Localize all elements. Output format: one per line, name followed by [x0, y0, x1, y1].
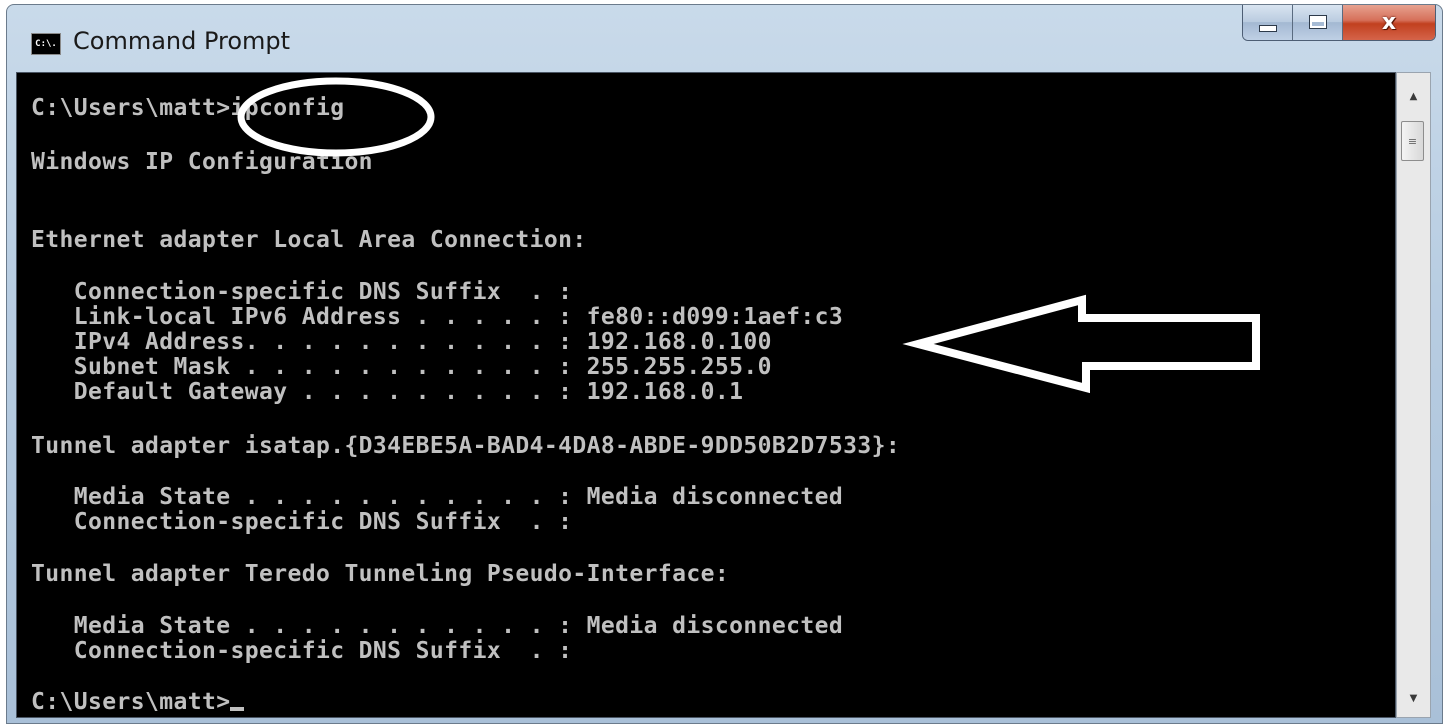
minimize-button[interactable]	[1243, 5, 1293, 40]
scrollbar-grip-icon: ≡	[1407, 134, 1418, 148]
ethernet-dns-suffix-line: Connection-specific DNS Suffix . :	[31, 279, 573, 305]
isatap-dns-suffix-line: Connection-specific DNS Suffix . :	[31, 509, 573, 535]
close-icon: x	[1381, 9, 1397, 35]
scrollbar-thumb[interactable]: ≡	[1401, 121, 1424, 161]
teredo-dns-suffix-line: Connection-specific DNS Suffix . :	[31, 638, 573, 664]
vertical-scrollbar[interactable]: ▲ ≡ ▼	[1396, 72, 1431, 718]
teredo-adapter-header: Tunnel adapter Teredo Tunneling Pseudo-I…	[31, 561, 730, 587]
teredo-media-state-line: Media State . . . . . . . . . . . : Medi…	[31, 613, 844, 639]
window-controls: x	[1242, 5, 1436, 41]
console-output-area[interactable]: C:\Users\matt>ipconfig Windows IP Config…	[16, 72, 1396, 718]
prompt-command-line: C:\Users\matt>ipconfig	[31, 95, 345, 121]
scroll-down-arrow-icon[interactable]: ▼	[1397, 683, 1430, 713]
ethernet-ipv6-line: Link-local IPv6 Address . . . . . : fe80…	[31, 304, 844, 330]
scroll-up-arrow-icon[interactable]: ▲	[1397, 81, 1430, 111]
ethernet-ipv4-line: IPv4 Address. . . . . . . . . . . : 192.…	[31, 329, 772, 355]
text-cursor	[230, 707, 245, 711]
title-bar[interactable]: C:\. Command Prompt x	[7, 5, 1442, 73]
maximize-icon	[1308, 15, 1327, 29]
isatap-media-state-line: Media State . . . . . . . . . . . : Medi…	[31, 484, 844, 510]
maximize-button[interactable]	[1293, 5, 1343, 40]
minimize-icon	[1258, 24, 1277, 32]
final-prompt-text: C:\Users\matt>	[31, 689, 231, 715]
ethernet-subnet-mask-line: Subnet Mask . . . . . . . . . . . : 255.…	[31, 354, 772, 380]
close-button[interactable]: x	[1343, 5, 1435, 40]
command-prompt-icon[interactable]: C:\.	[31, 33, 61, 55]
window-title: Command Prompt	[73, 27, 291, 55]
ip-configuration-header: Windows IP Configuration	[31, 149, 373, 175]
isatap-adapter-header: Tunnel adapter isatap.{D34EBE5A-BAD4-4DA…	[31, 433, 901, 459]
ethernet-default-gateway-line: Default Gateway . . . . . . . . . : 192.…	[31, 379, 744, 405]
final-prompt-line: C:\Users\matt>	[31, 689, 245, 715]
ethernet-adapter-header: Ethernet adapter Local Area Connection:	[31, 227, 587, 253]
